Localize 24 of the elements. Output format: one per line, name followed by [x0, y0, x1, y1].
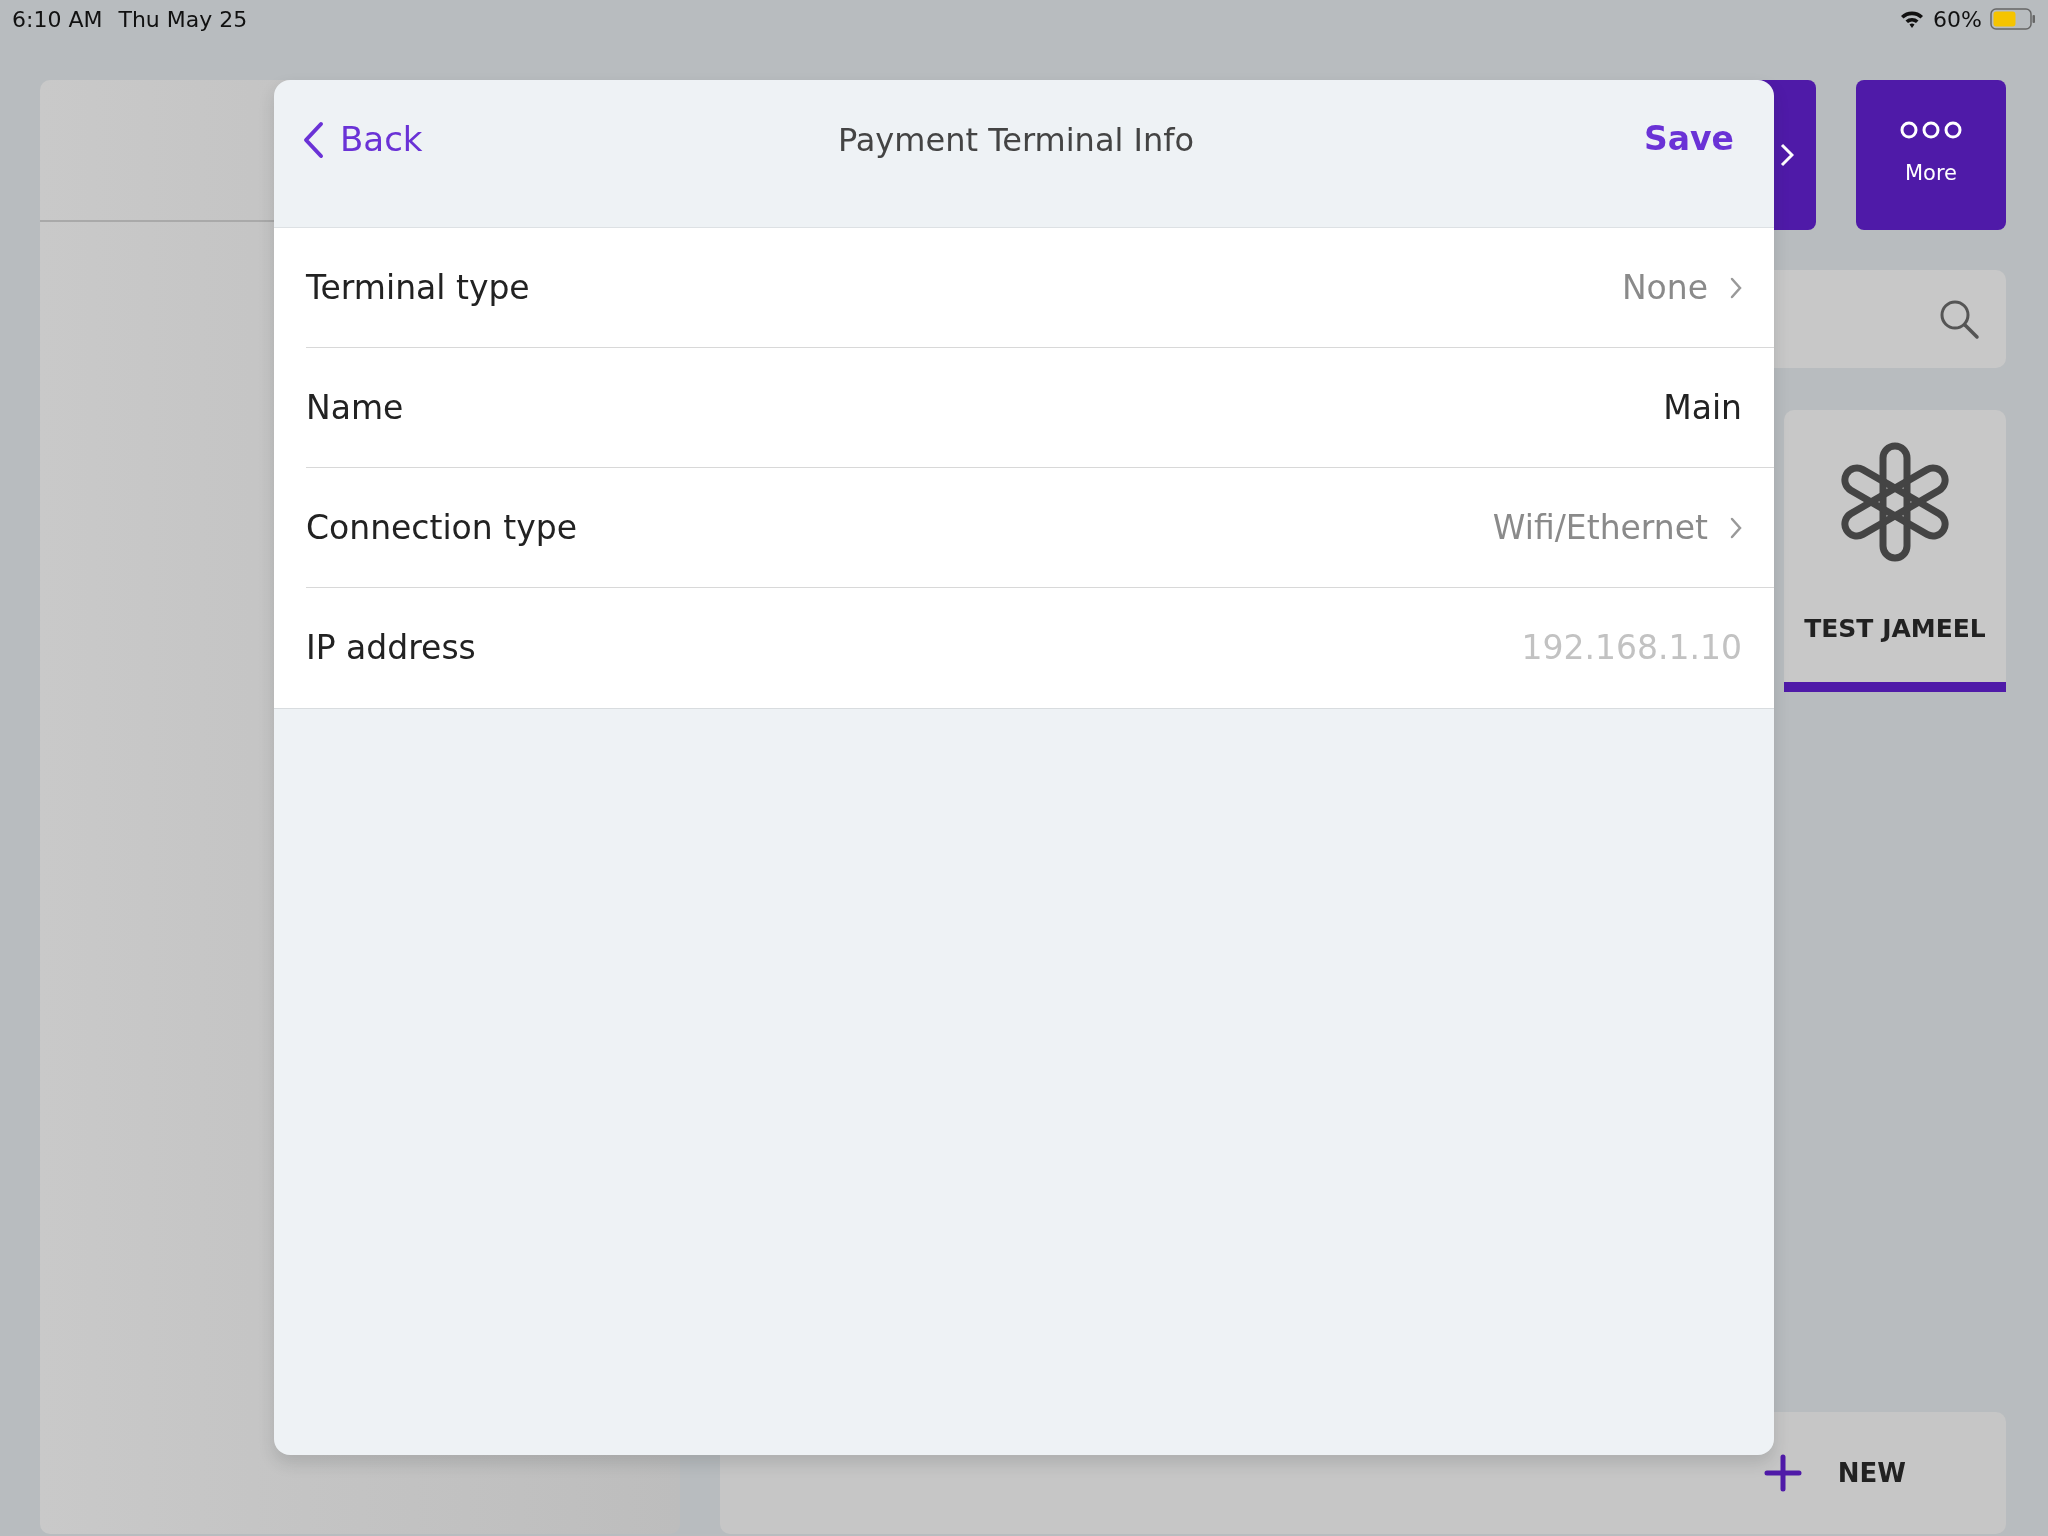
battery-icon: [1990, 8, 2036, 30]
plus-icon: [1763, 1454, 1802, 1492]
search-icon: [1938, 298, 1980, 340]
chevron-right-icon: [1730, 276, 1742, 299]
field-label: Name: [306, 386, 405, 429]
item-tile[interactable]: TEST JAMEEL: [1784, 410, 2006, 692]
dots-icon: [1899, 120, 1963, 141]
chevron-right-icon: [1730, 516, 1742, 539]
battery-percent: 60%: [1933, 5, 1982, 34]
back-button[interactable]: Back: [298, 114, 427, 165]
more-button[interactable]: More: [1856, 80, 2006, 230]
field-label: Connection type: [306, 506, 578, 549]
field-label: IP address: [306, 627, 477, 670]
status-date: Thu May 25: [118, 5, 248, 34]
item-label: TEST JAMEEL: [1804, 613, 1986, 645]
save-button[interactable]: Save: [1644, 114, 1734, 164]
dialog-title: Payment Terminal Info: [837, 120, 1195, 161]
wifi-icon: [1899, 9, 1926, 29]
field-label: Terminal type: [306, 266, 531, 309]
input-field[interactable]: Main: [1242, 382, 1742, 433]
status-time: 6:10 AM: [12, 5, 103, 34]
chevron-right-icon: [1780, 143, 1794, 167]
input-field[interactable]: 192.168.1.10: [1242, 623, 1742, 673]
chevron-left-icon: [302, 120, 324, 159]
